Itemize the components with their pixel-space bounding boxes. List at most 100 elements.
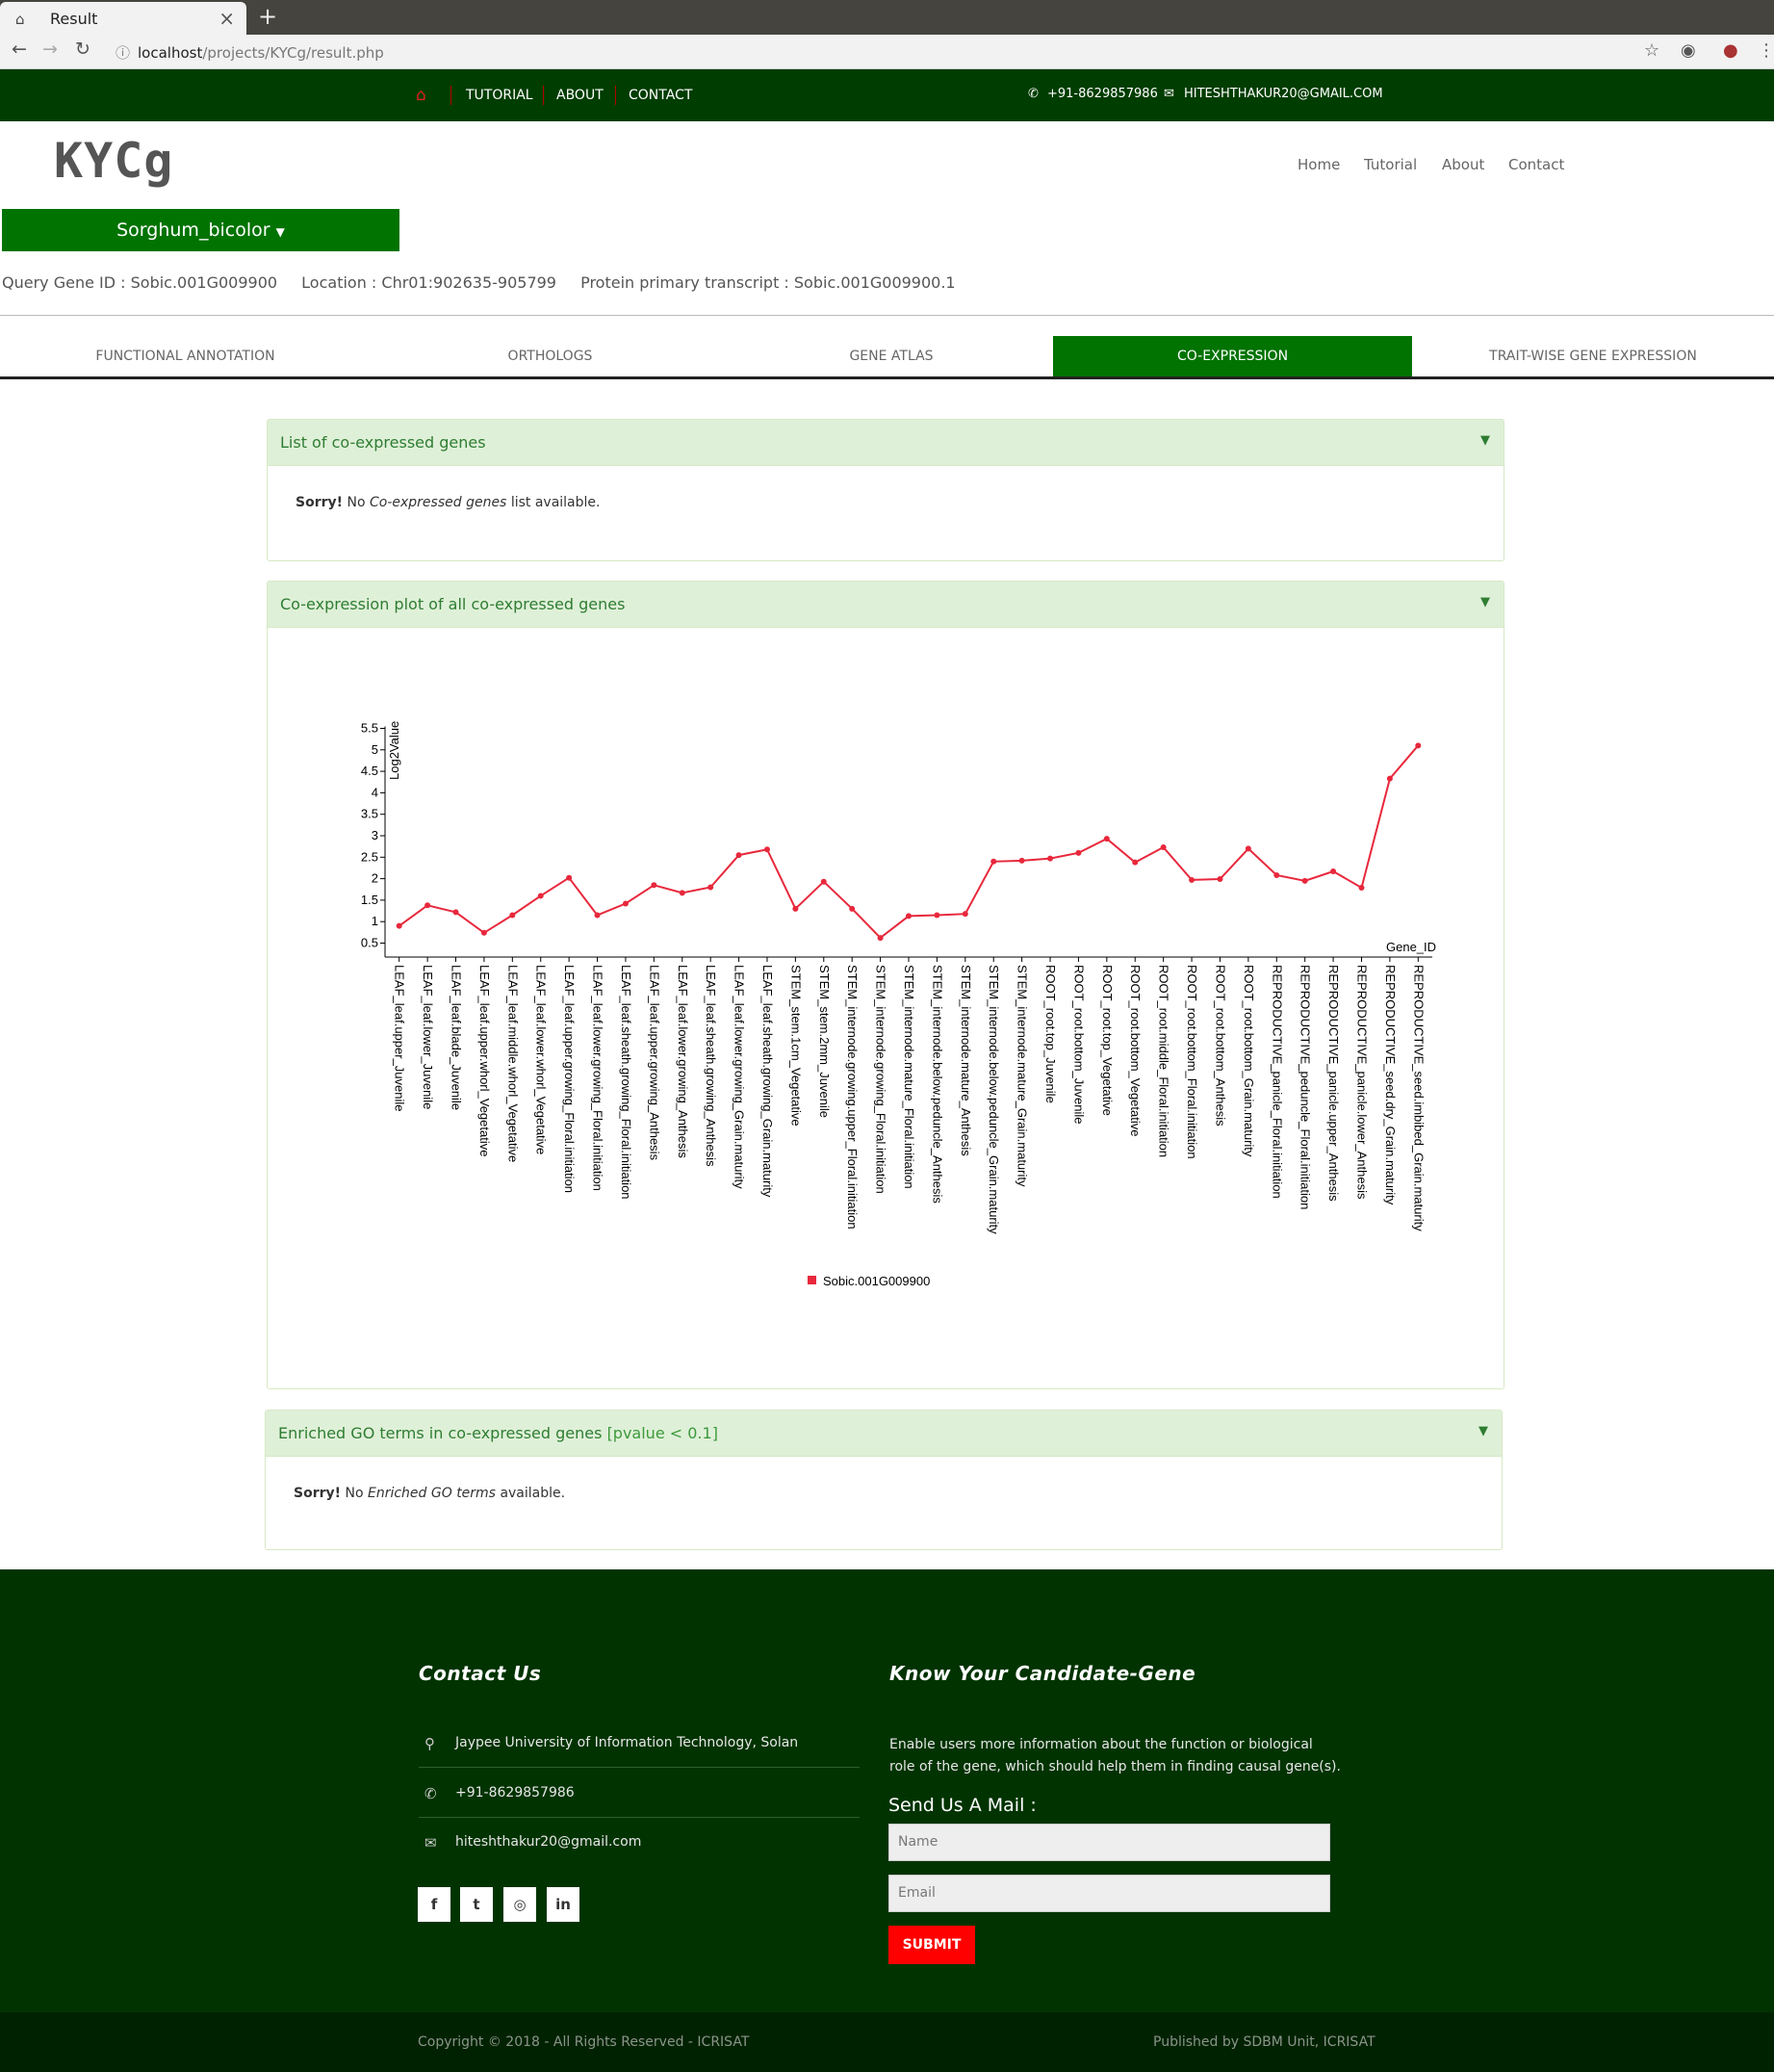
facebook-icon[interactable]: f bbox=[418, 1887, 450, 1922]
x-category-label: ROOT_root.top_Vegetative bbox=[1100, 965, 1115, 1116]
sorry-label: Sorry! bbox=[294, 1486, 342, 1501]
panel-go-terms: Enriched GO terms in co-expressed genes … bbox=[265, 1410, 1503, 1550]
y-tick-label: 5.5 bbox=[361, 721, 378, 736]
panel-title: Enriched GO terms in co-expressed genes bbox=[278, 1424, 603, 1442]
x-category-label: STEM_internode.growing.upper_Floral.init… bbox=[845, 965, 860, 1230]
y-tick-label: 3 bbox=[372, 828, 378, 842]
data-point[interactable] bbox=[1160, 844, 1167, 851]
phone-icon: ✆ bbox=[424, 1785, 437, 1802]
dribbble-icon[interactable]: ◎ bbox=[503, 1887, 536, 1922]
address-text: Jaypee University of Information Technol… bbox=[455, 1735, 799, 1750]
legend-label: Sobic.001G009900 bbox=[823, 1274, 930, 1288]
divider bbox=[419, 1817, 860, 1818]
data-point[interactable] bbox=[849, 905, 856, 912]
data-point[interactable] bbox=[1358, 884, 1365, 891]
y-tick-label: 2.5 bbox=[361, 849, 378, 864]
data-point[interactable] bbox=[820, 878, 827, 885]
message-pre: No bbox=[345, 1486, 364, 1501]
data-point[interactable] bbox=[651, 882, 657, 889]
name-input[interactable]: Name bbox=[888, 1824, 1330, 1861]
phone-text: +91-8629857986 bbox=[455, 1785, 575, 1800]
x-category-label: LEAF_leaf.lower.whorl_Vegetative bbox=[534, 965, 549, 1154]
data-point[interactable] bbox=[934, 912, 940, 919]
footer-contact-title: Contact Us bbox=[419, 1662, 542, 1685]
data-point[interactable] bbox=[1132, 859, 1139, 866]
x-category-label: ROOT_root.middle_Floral.initiation bbox=[1157, 965, 1171, 1157]
y-tick-label: 2 bbox=[372, 871, 378, 886]
x-category-label: STEM_stem.2mm_Juvenile bbox=[817, 965, 832, 1118]
footer-about-title: Know Your Candidate-Gene bbox=[889, 1662, 1196, 1685]
data-point[interactable] bbox=[509, 912, 516, 919]
x-category-label: REPRODUCTIVE_peduncle_Floral.initiation bbox=[1298, 965, 1313, 1209]
data-point[interactable] bbox=[1047, 855, 1054, 862]
x-category-label: LEAF_leaf.sheath.growing_Anthesis bbox=[704, 965, 718, 1167]
data-point[interactable] bbox=[622, 900, 629, 907]
data-point[interactable] bbox=[1217, 876, 1223, 883]
data-point[interactable] bbox=[594, 912, 601, 919]
panel-header[interactable]: Enriched GO terms in co-expressed genes … bbox=[266, 1411, 1502, 1457]
submit-button[interactable]: SUBMIT bbox=[888, 1926, 975, 1964]
x-category-label: LEAF_leaf.lower.growing_Anthesis bbox=[676, 965, 690, 1158]
published-text: Published by SDBM Unit, ICRISAT bbox=[1153, 2034, 1375, 2050]
data-point[interactable] bbox=[1189, 876, 1196, 883]
x-axis-label: Gene_ID bbox=[1386, 940, 1436, 954]
data-point[interactable] bbox=[1075, 849, 1082, 856]
x-category-label: LEAF_leaf.sheath.growing_Grain.maturity bbox=[760, 965, 775, 1198]
data-point[interactable] bbox=[707, 884, 714, 891]
data-point[interactable] bbox=[1245, 845, 1251, 852]
data-point[interactable] bbox=[792, 905, 799, 912]
x-category-label: STEM_stem.1cm_Vegetative bbox=[788, 965, 803, 1127]
copyright-bar: Copyright © 2018 - All Rights Reserved -… bbox=[0, 2012, 1774, 2072]
data-point[interactable] bbox=[1415, 742, 1422, 749]
x-category-label: STEM_internode.mature_Grain.maturity bbox=[1016, 965, 1030, 1187]
pvalue-note: [pvalue < 0.1] bbox=[606, 1424, 718, 1442]
x-category-label: LEAF_leaf.upper.whorl_Vegetative bbox=[477, 965, 492, 1156]
data-point[interactable] bbox=[396, 922, 402, 929]
data-point[interactable] bbox=[763, 846, 770, 853]
x-category-label: LEAF_leaf.lower.growing_Floral.initiatio… bbox=[591, 965, 605, 1191]
data-point[interactable] bbox=[877, 935, 884, 942]
email-text[interactable]: hiteshthakur20@gmail.com bbox=[455, 1834, 641, 1850]
site-footer: Contact Us Know Your Candidate-Gene bbox=[0, 1569, 1774, 2012]
data-point[interactable] bbox=[679, 890, 685, 896]
data-point[interactable] bbox=[1273, 872, 1280, 879]
x-category-label: LEAF_leaf.blade_Juvenile bbox=[450, 965, 464, 1110]
data-point[interactable] bbox=[566, 874, 573, 881]
data-point[interactable] bbox=[990, 858, 997, 865]
y-axis-label: Log2Value bbox=[387, 721, 401, 780]
x-category-label: REPRODUCTIVE_seed.dry_Grain.maturity bbox=[1383, 965, 1398, 1205]
data-point[interactable] bbox=[480, 929, 487, 936]
collapse-triangle-icon[interactable]: ▼ bbox=[1478, 1424, 1488, 1438]
mail-form-title: Send Us A Mail : bbox=[888, 1795, 1037, 1816]
data-point[interactable] bbox=[1103, 836, 1110, 842]
data-point[interactable] bbox=[1301, 877, 1308, 884]
x-category-label: ROOT_root.bottom_Juvenile bbox=[1071, 965, 1086, 1124]
data-point[interactable] bbox=[1018, 857, 1025, 864]
linkedin-icon[interactable]: in bbox=[547, 1887, 579, 1922]
chart-axes bbox=[380, 726, 1432, 962]
y-tick-label: 4 bbox=[372, 785, 378, 799]
email-input[interactable]: Email bbox=[888, 1875, 1330, 1912]
data-point[interactable] bbox=[537, 893, 544, 899]
y-tick-label: 4.5 bbox=[361, 764, 378, 778]
x-category-label: ROOT_root.bottom_Anthesis bbox=[1213, 965, 1227, 1127]
x-category-label: LEAF_leaf.upper.growing_Floral.initiatio… bbox=[562, 965, 577, 1193]
x-category-label: STEM_internode.mature_Anthesis bbox=[959, 965, 973, 1156]
y-tick-label: 1.5 bbox=[361, 893, 378, 907]
x-category-label: STEM_internode.growing_Floral.initiation bbox=[874, 965, 888, 1194]
copyright-text: Copyright © 2018 - All Rights Reserved -… bbox=[418, 2034, 750, 2050]
data-point[interactable] bbox=[1386, 775, 1393, 782]
data-point[interactable] bbox=[424, 902, 431, 909]
x-category-label: LEAF_leaf.upper_Juvenile bbox=[393, 965, 407, 1112]
data-point[interactable] bbox=[962, 911, 968, 918]
x-category-label: ROOT_root.bottom_Grain.maturity bbox=[1242, 965, 1256, 1157]
message-em: Enriched GO terms bbox=[367, 1486, 496, 1501]
twitter-icon[interactable]: t bbox=[460, 1887, 493, 1922]
data-point[interactable] bbox=[452, 909, 459, 916]
data-point[interactable] bbox=[906, 913, 912, 919]
x-category-label: ROOT_root.bottom_Floral.initiation bbox=[1185, 965, 1199, 1159]
x-category-label: STEM_internode.below.peduncle_Anthesis bbox=[930, 965, 944, 1204]
data-point[interactable] bbox=[1330, 868, 1337, 875]
data-point[interactable] bbox=[735, 852, 742, 859]
y-tick-label: 1 bbox=[372, 914, 378, 928]
